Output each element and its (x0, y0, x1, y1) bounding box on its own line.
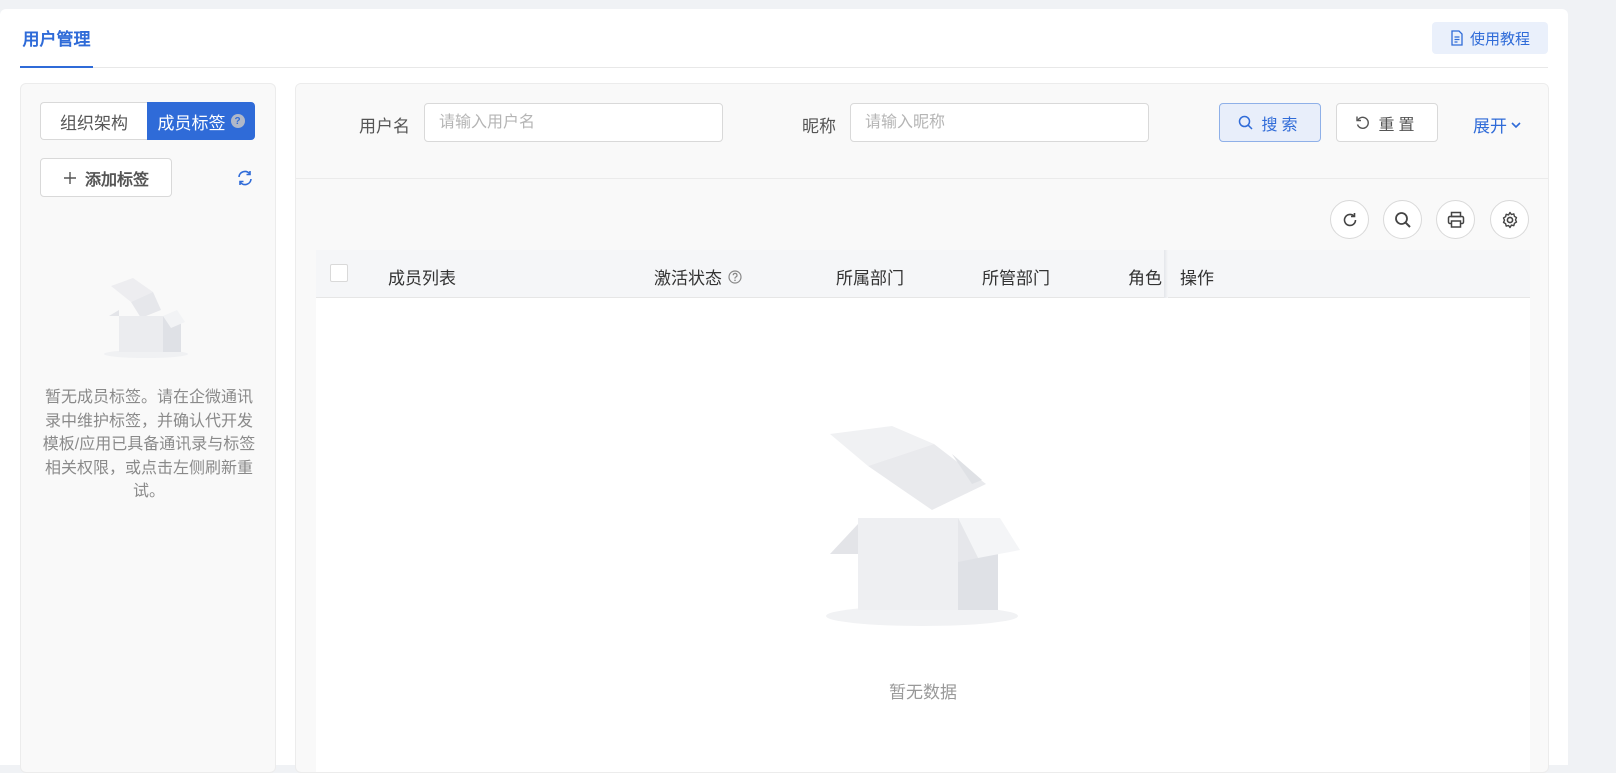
help-circle-icon[interactable] (728, 269, 742, 284)
tags-empty-text: 暂无成员标签。请在企微通讯录中维护标签，并确认代开发模板/应用已具备通讯录与标签… (42, 389, 256, 500)
tutorial-button[interactable]: 使用教程 (1432, 22, 1548, 54)
table-search-button[interactable] (1383, 200, 1422, 239)
col-department: 所属部门 (836, 269, 904, 288)
tabs-bar: 用户管理 使用教程 (20, 9, 1548, 68)
tag-panel: 组织架构 成员标签 ? 添加标签 暂无成员标签。请在企微通讯录中维护标签，并确认… (20, 83, 276, 773)
chevron-down-icon (1511, 121, 1521, 128)
table-empty-text: 暂无数据 (889, 683, 957, 702)
nickname-label: 昵称 (802, 117, 836, 136)
empty-box-icon (104, 278, 188, 358)
member-table: 成员列表 激活状态 所属部门 所管部门 角色 操作 暂无数据 (316, 250, 1530, 772)
seg-org-structure[interactable]: 组织架构 (40, 102, 147, 140)
tab-user-management[interactable]: 用户管理 (20, 9, 93, 68)
select-all-checkbox[interactable] (330, 264, 348, 282)
search-label: 搜索 (1261, 116, 1302, 134)
reset-label: 重置 (1378, 116, 1419, 134)
main-card: 用户管理 使用教程 组织架构 成员标签 ? 添加标签 暂无成员标签。请在企微通讯… (0, 9, 1568, 773)
expand-toggle[interactable]: 展开 (1473, 112, 1522, 137)
col-managed-department: 所管部门 (982, 269, 1050, 288)
expand-label: 展开 (1473, 117, 1507, 136)
col-actions: 操作 (1180, 269, 1214, 288)
username-label: 用户名 (359, 117, 410, 136)
seg-member-tags[interactable]: 成员标签 ? (147, 102, 255, 140)
fixed-column-shadow (1164, 250, 1168, 298)
col-member-list: 成员列表 (388, 269, 456, 288)
empty-box-icon (826, 426, 1020, 626)
print-icon (1447, 211, 1464, 228)
refresh-icon (1343, 212, 1356, 226)
table-refresh-button[interactable] (1330, 200, 1369, 239)
refresh-tags-icon[interactable] (236, 169, 254, 187)
help-icon: ? (230, 114, 245, 128)
search-icon (1394, 211, 1411, 228)
reset-button[interactable]: 重置 (1336, 103, 1438, 142)
search-icon (1239, 115, 1254, 130)
seg-member-tags-label: 成员标签 (157, 113, 226, 133)
gear-icon (1502, 211, 1517, 228)
member-panel: 用户名 昵称 搜索 重置 展开 (295, 83, 1549, 773)
search-button[interactable]: 搜索 (1219, 103, 1321, 142)
username-input[interactable] (424, 103, 723, 142)
col-activation-status: 激活状态 (654, 264, 742, 289)
document-icon (1451, 30, 1463, 46)
nickname-input[interactable] (850, 103, 1149, 142)
add-tag-label: 添加标签 (84, 171, 149, 189)
col-activation-status-label: 激活状态 (654, 269, 722, 288)
reset-icon (1356, 116, 1370, 129)
print-button[interactable] (1436, 200, 1475, 239)
view-switch: 组织架构 成员标签 ? (40, 102, 255, 140)
tutorial-label: 使用教程 (1469, 30, 1530, 48)
table-header: 成员列表 激活状态 所属部门 所管部门 角色 操作 (316, 250, 1530, 298)
filter-form: 用户名 昵称 搜索 重置 展开 (296, 84, 1548, 179)
column-settings-button[interactable] (1490, 200, 1529, 239)
add-tag-button[interactable]: 添加标签 (40, 158, 172, 197)
plus-icon (63, 171, 76, 184)
col-role: 角色 (1128, 269, 1162, 288)
